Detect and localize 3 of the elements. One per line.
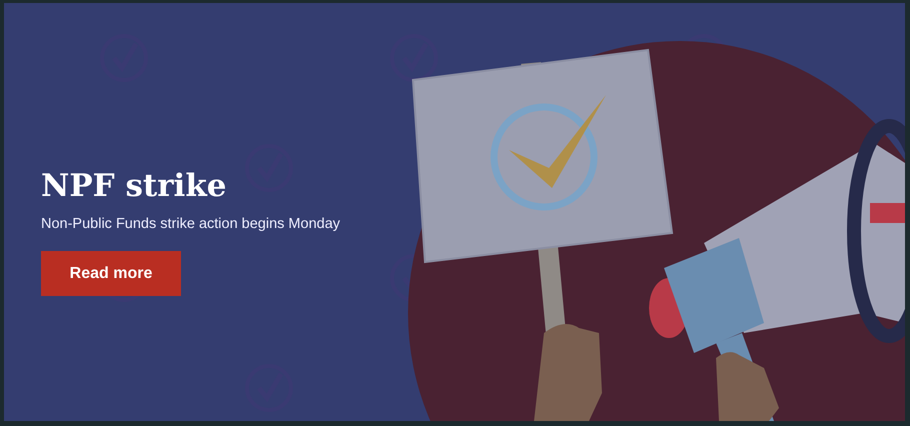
banner-subtitle: Non-Public Funds strike action begins Monday	[41, 216, 340, 232]
banner-title: NPF strike	[41, 167, 227, 206]
read-more-button[interactable]: Read more	[41, 251, 181, 296]
